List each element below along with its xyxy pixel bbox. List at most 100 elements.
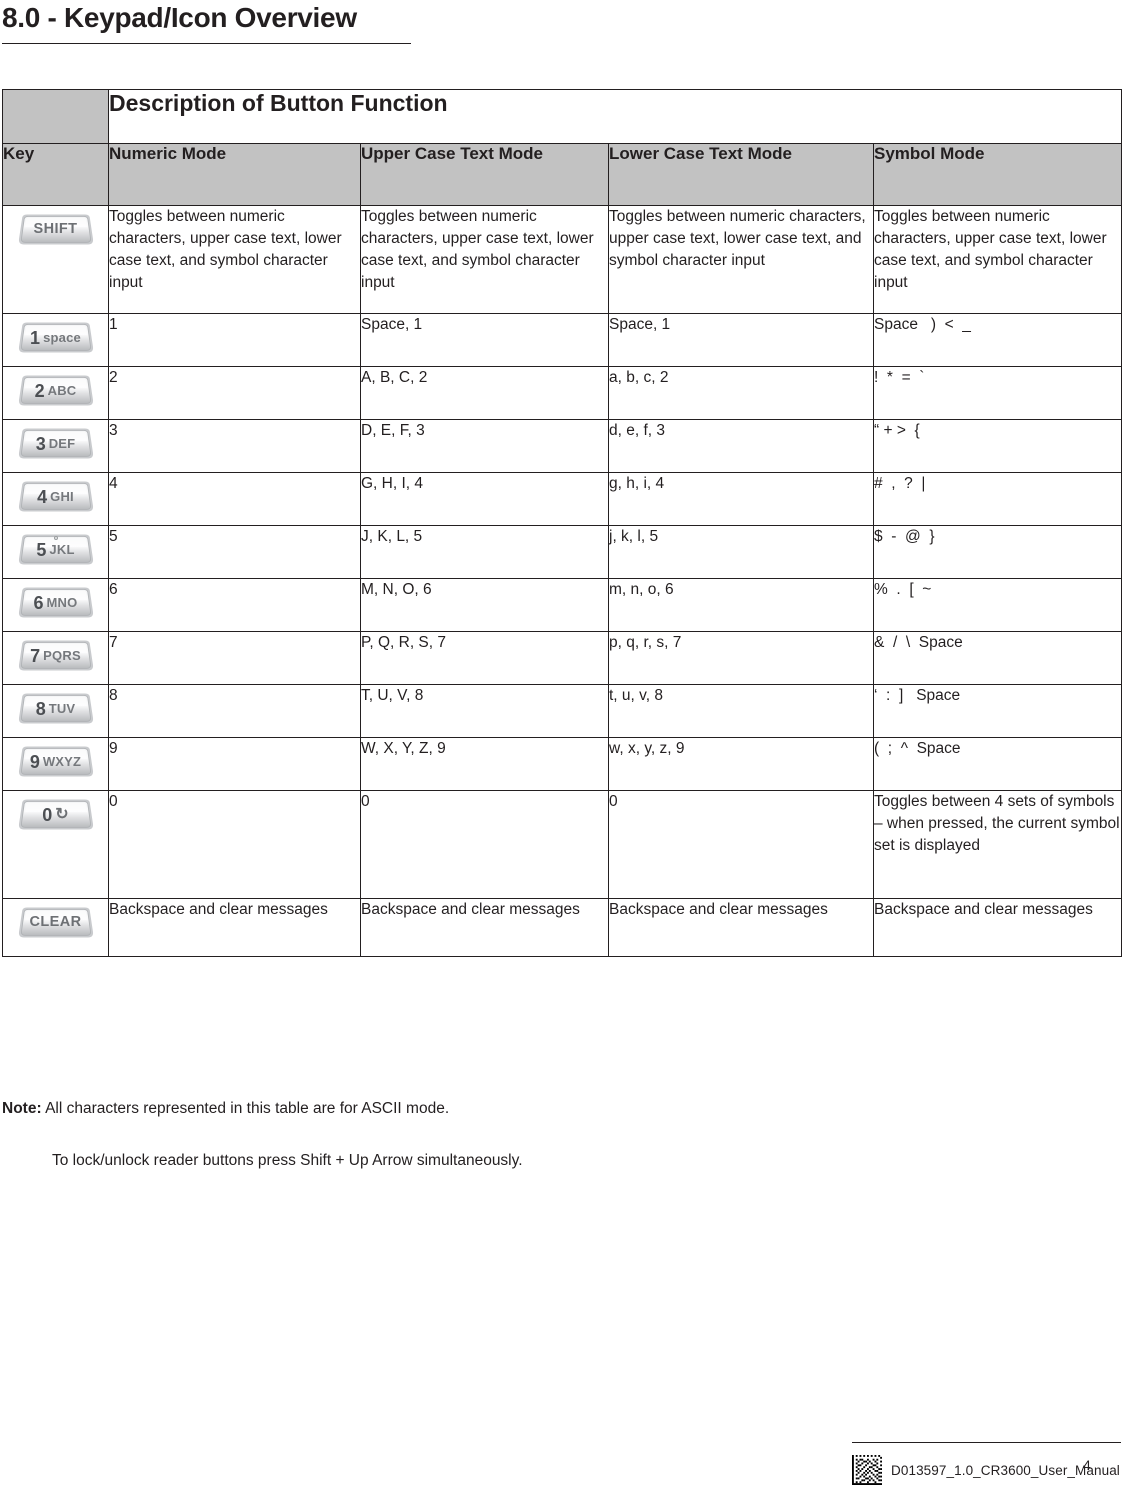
keypad-key-button[interactable]: CLEAR [14, 906, 98, 940]
column-header-upper: Upper Case Text Mode [360, 143, 609, 206]
note-text-ascii: All characters represented in this table… [45, 1100, 450, 1117]
note-label: Note: [2, 1100, 42, 1117]
cell-lower-case-mode: Backspace and clear messages [608, 898, 874, 957]
cell-upper-case-mode: A, B, C, 2 [360, 366, 609, 420]
keypad-key-button[interactable]: 0 ↻ [14, 798, 98, 832]
cell-symbol-mode: ( ; ^ Space [872, 737, 1123, 791]
cell-numeric-mode: 5 [108, 525, 361, 579]
key-shape-icon [18, 693, 93, 724]
cell-numeric-mode: 1 [108, 313, 361, 367]
keypad-key-button[interactable]: 6 MNO [14, 586, 98, 620]
table-row: 0 ↻ 0 0 0 Toggles between 4 sets of symbols –… [2, 790, 1123, 899]
cell-symbol-mode: Toggles between numeric characters, uppe… [872, 205, 1123, 314]
cell-symbol-mode: & / \ Space [872, 631, 1123, 685]
cell-lower-case-mode: Toggles between numeric characters, uppe… [608, 205, 874, 314]
cell-upper-case-mode: 0 [360, 790, 609, 899]
cell-numeric-mode: 9 [108, 737, 361, 791]
cell-symbol-mode: # , ? | [872, 472, 1123, 526]
key-home-dot-icon [53, 536, 58, 540]
keypad-key-button[interactable]: SHIFT [14, 213, 98, 247]
key-cell: 0 ↻ [2, 790, 109, 899]
cell-upper-case-mode: Toggles between numeric characters, uppe… [360, 205, 609, 314]
cell-symbol-mode: $ - @ } [872, 525, 1123, 579]
footer-divider [852, 1442, 1121, 1443]
cell-upper-case-mode: J, K, L, 5 [360, 525, 609, 579]
cell-upper-case-mode: G, H, I, 4 [360, 472, 609, 526]
cell-upper-case-mode: M, N, O, 6 [360, 578, 609, 632]
cell-lower-case-mode: a, b, c, 2 [608, 366, 874, 420]
table-super-header-row: Description of Button Function [2, 89, 1123, 144]
cell-upper-case-mode: P, Q, R, S, 7 [360, 631, 609, 685]
table-row: 7 PQRS 7 P, Q, R, S, 7 p, q, r, s, 7 & / \ Sp… [2, 631, 1123, 685]
table-row: SHIFT Toggles between numeric characters,… [2, 205, 1123, 314]
page-title: 8.0 - Keypad/Icon Overview [2, 2, 357, 33]
cell-symbol-mode: “ + > { [872, 419, 1123, 473]
key-cell: 1 space [2, 313, 109, 367]
cell-symbol-mode: Space ) < _ [872, 313, 1123, 367]
title-underline [2, 43, 411, 44]
keypad-key-button[interactable]: 7 PQRS [14, 639, 98, 673]
keypad-key-button[interactable]: 1 space [14, 321, 98, 355]
key-shape-icon [18, 640, 93, 671]
table-row: 9 WXYZ 9 W, X, Y, Z, 9 w, x, y, z, 9( ; ^ Sp… [2, 737, 1123, 791]
cell-lower-case-mode: p, q, r, s, 7 [608, 631, 874, 685]
page-number: 4 [1083, 1457, 1091, 1473]
table-row: 3 DEF 3 D, E, F, 3 d, e, f, 3 “ + > { [2, 419, 1123, 473]
cell-numeric-mode: 0 [108, 790, 361, 899]
table-row: 4 GHI 4 G, H, I, 4 g, h, i, 4 # , ? | [2, 472, 1123, 526]
key-cell: SHIFT [2, 205, 109, 314]
keypad-key-button[interactable]: 4 GHI [14, 480, 98, 514]
key-shape-icon [18, 587, 93, 618]
cell-numeric-mode: Backspace and clear messages [108, 898, 361, 957]
key-cell: 3 DEF [2, 419, 109, 473]
key-shape-icon [18, 481, 93, 512]
keypad-key-button[interactable]: 2 ABC [14, 374, 98, 408]
cell-lower-case-mode: j, k, l, 5 [608, 525, 874, 579]
key-shape-icon [18, 322, 93, 353]
header-blank-cell [2, 89, 109, 144]
cell-lower-case-mode: m, n, o, 6 [608, 578, 874, 632]
cell-lower-case-mode: 0 [608, 790, 874, 899]
key-cell: 6 MNO [2, 578, 109, 632]
cell-numeric-mode: Toggles between numeric characters, uppe… [108, 205, 361, 314]
cell-numeric-mode: 7 [108, 631, 361, 685]
key-shape-icon [18, 746, 93, 777]
cell-numeric-mode: 6 [108, 578, 361, 632]
key-shape-icon [18, 214, 93, 245]
cell-numeric-mode: 2 [108, 366, 361, 420]
cell-upper-case-mode: Backspace and clear messages [360, 898, 609, 957]
table-row: CLEAR Backspace and clear messages Backspa… [2, 898, 1123, 957]
table-row: 8 TUV 8 T, U, V, 8 t, u, v, 8 ‘ : ] Space [2, 684, 1123, 738]
key-shape-icon [18, 375, 93, 406]
key-shape-icon [18, 428, 93, 459]
cell-numeric-mode: 4 [108, 472, 361, 526]
key-shape-icon [18, 799, 93, 830]
cell-numeric-mode: 8 [108, 684, 361, 738]
cell-lower-case-mode: g, h, i, 4 [608, 472, 874, 526]
cell-symbol-mode: ‘ : ] Space [872, 684, 1123, 738]
key-shape-icon [18, 907, 93, 938]
cell-upper-case-mode: Space, 1 [360, 313, 609, 367]
key-cell: 7 PQRS [2, 631, 109, 685]
keypad-key-button[interactable]: 9 WXYZ [14, 745, 98, 779]
key-cell: 4 GHI [2, 472, 109, 526]
cell-numeric-mode: 3 [108, 419, 361, 473]
table-row: 6 MNO 6 M, N, O, 6 m, n, o, 6% . [ ~ [2, 578, 1123, 632]
cell-symbol-mode: Backspace and clear messages [872, 898, 1123, 957]
notes-block: Note: All characters represented in this… [2, 1098, 902, 1171]
column-header-numeric: Numeric Mode [108, 143, 361, 206]
cell-lower-case-mode: w, x, y, z, 9 [608, 737, 874, 791]
keypad-key-button[interactable]: 8 TUV [14, 692, 98, 726]
table-row: 5 JKL 5 J, K, L, 5 j, k, l, 5 $ - @ } [2, 525, 1123, 579]
table-header: Description of Button Function Key Numer… [2, 89, 1123, 206]
table-row: 1 space 1 Space, 1 Space, 1 Space ) < _ [2, 313, 1123, 367]
keypad-function-table: Description of Button Function Key Numer… [2, 89, 1123, 957]
keypad-key-button[interactable]: 3 DEF [14, 427, 98, 461]
key-cell: 5 JKL [2, 525, 109, 579]
column-header-symbol: Symbol Mode [872, 143, 1123, 206]
keypad-key-button[interactable]: 5 JKL [14, 533, 98, 567]
table-body: SHIFT Toggles between numeric characters,… [2, 205, 1123, 957]
cell-upper-case-mode: D, E, F, 3 [360, 419, 609, 473]
column-header-lower: Lower Case Text Mode [608, 143, 874, 206]
cell-lower-case-mode: Space, 1 [608, 313, 874, 367]
